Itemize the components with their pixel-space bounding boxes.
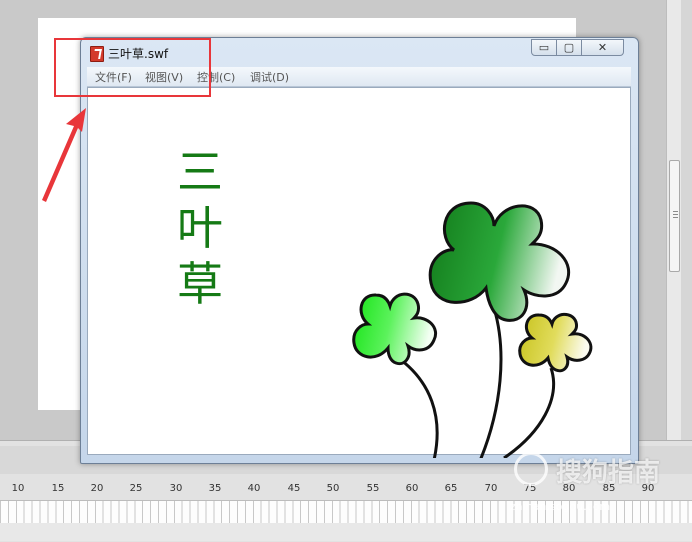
swf-content-area: 三 叶 草 [87, 87, 631, 458]
title-char: 三 [177, 145, 223, 199]
watermark-logo-icon [514, 452, 548, 486]
title-char: 草 [177, 257, 223, 311]
ruler-label: 55 [366, 483, 380, 494]
clover-stem-left [390, 351, 439, 458]
clover-right [518, 312, 593, 373]
minimize-button[interactable]: ▭ [531, 39, 557, 56]
clover-large [428, 201, 571, 322]
menu-debug[interactable]: 调试(D) [250, 69, 289, 85]
scrollbar-thumb[interactable] [669, 160, 680, 272]
close-icon: ✕ [597, 41, 608, 54]
ruler-label: 60 [405, 483, 419, 494]
close-button[interactable]: ✕ [581, 39, 624, 56]
minimize-icon: ▭ [538, 41, 550, 54]
annotation-arrow [42, 108, 86, 202]
ruler-label: 10 [11, 483, 25, 494]
right-panel-edge [681, 0, 692, 448]
ruler-label: 45 [287, 483, 301, 494]
clover-illustration [352, 201, 593, 458]
ruler-label: 30 [169, 483, 183, 494]
maximize-button[interactable]: ▢ [556, 39, 582, 56]
maximize-icon: ▢ [563, 41, 575, 54]
ruler-label: 15 [51, 483, 65, 494]
clover-stem-right [503, 367, 556, 458]
ruler-label: 20 [90, 483, 104, 494]
ruler-label: 50 [326, 483, 340, 494]
highlight-box [54, 38, 211, 97]
title-char: 叶 [177, 201, 223, 255]
flash-player-window: 三叶草.swf ▭ ▢ ✕ 文件(F) 视图(V) 控制(C) 调试(D) 三 … [80, 37, 639, 464]
ruler-label: 40 [247, 483, 261, 494]
ruler-label: 35 [208, 483, 222, 494]
clover-left [352, 292, 437, 366]
clover-stem-large [479, 307, 503, 458]
watermark-url: zhinan.sogou.com [510, 500, 611, 513]
ruler-label: 25 [129, 483, 143, 494]
watermark-brand: 搜狗指南 [556, 458, 661, 488]
artwork-title: 三 叶 草 [170, 144, 230, 312]
timeline-footer [0, 523, 692, 541]
vertical-scrollbar[interactable] [666, 0, 682, 448]
ruler-label: 65 [444, 483, 458, 494]
ruler-label: 70 [484, 483, 498, 494]
